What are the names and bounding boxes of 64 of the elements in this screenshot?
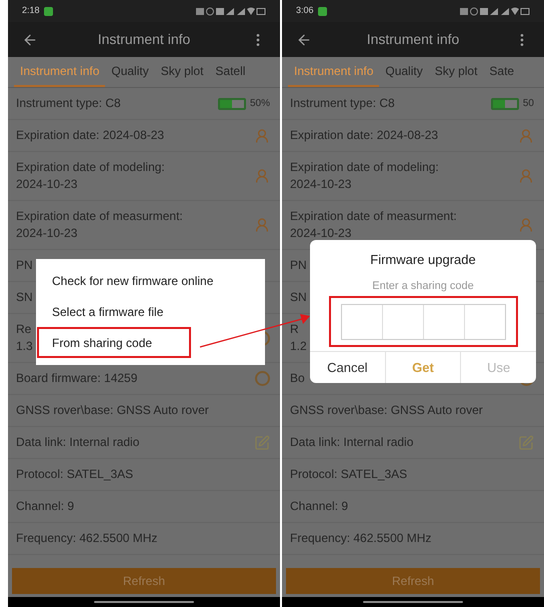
person-icon[interactable] bbox=[518, 168, 534, 184]
info-row-text: Instrument type: C8 bbox=[290, 95, 395, 112]
battery-reading: 50% bbox=[250, 97, 270, 111]
refresh-button[interactable]: Refresh bbox=[286, 568, 540, 594]
info-row-text: Bo bbox=[290, 370, 305, 387]
info-row-text: Expiration date of measurment: 2024-10-23 bbox=[16, 208, 183, 242]
info-row-text: Instrument type: C8 bbox=[16, 95, 121, 112]
info-row-text: Frequency: 462.5500 MHz bbox=[290, 530, 432, 547]
info-row-text: Frequency: 462.5500 MHz bbox=[16, 530, 158, 547]
info-row-text: GNSS rover\base: GNSS Auto rover bbox=[290, 402, 483, 419]
info-row-text: Channel: 9 bbox=[16, 498, 74, 515]
notification-icon bbox=[318, 6, 327, 16]
person-icon[interactable] bbox=[518, 217, 534, 233]
tab[interactable]: Instrument info bbox=[288, 57, 380, 87]
app-bar-title: Instrument info bbox=[96, 30, 192, 49]
info-row-text: SN bbox=[16, 289, 33, 306]
status-icons-drawing bbox=[460, 6, 530, 16]
edit-icon[interactable] bbox=[518, 434, 534, 450]
info-row-text: Expiration date: 2024-08-23 bbox=[290, 127, 438, 144]
back-icon[interactable] bbox=[296, 32, 312, 48]
code-input-field[interactable] bbox=[340, 304, 506, 340]
person-icon[interactable] bbox=[254, 217, 270, 233]
dialog-button[interactable]: Cancel bbox=[310, 352, 385, 383]
tab[interactable]: Quality bbox=[105, 57, 155, 87]
info-row-text: Re 1.3 bbox=[16, 321, 33, 355]
info-row-text: SN bbox=[290, 289, 307, 306]
menu-item[interactable]: From sharing code bbox=[37, 327, 191, 358]
info-row-text: Board firmware: 14259 bbox=[16, 370, 138, 387]
refresh-button[interactable]: Refresh bbox=[12, 568, 276, 594]
dialog-hint: Enter a sharing code bbox=[372, 278, 474, 294]
menu-item[interactable]: Select a firmware file bbox=[36, 296, 180, 328]
info-row-text: PN bbox=[16, 257, 33, 274]
info-row-text: Data link: Internal radio bbox=[16, 434, 140, 451]
person-icon[interactable] bbox=[254, 168, 270, 184]
app-bar-title: Instrument info bbox=[366, 30, 460, 49]
info-row-text: Channel: 9 bbox=[290, 498, 348, 515]
tab[interactable]: Sate bbox=[483, 57, 520, 87]
status-icons-drawing bbox=[196, 6, 266, 16]
tab[interactable]: Quality bbox=[379, 57, 429, 87]
info-row-text: Protocol: SATEL_3AS bbox=[290, 466, 408, 483]
info-row-text: Expiration date of measurment: 2024-10-23 bbox=[290, 208, 457, 242]
back-icon[interactable] bbox=[22, 32, 38, 48]
dialog-button[interactable]: Get bbox=[384, 352, 460, 383]
status-time: 3:06 bbox=[296, 4, 314, 18]
notification-icon bbox=[44, 6, 53, 16]
battery-reading: 50 bbox=[522, 97, 534, 111]
info-row-text: Data link: Internal radio bbox=[290, 434, 414, 451]
info-row-text: PN bbox=[290, 257, 307, 274]
menu-item[interactable]: Check for new firmware online bbox=[36, 266, 230, 297]
info-row-text: R 1.2 bbox=[290, 321, 307, 355]
tab[interactable]: Instrument info bbox=[14, 57, 106, 87]
info-row-text: Expiration date of modeling: 2024-10-23 bbox=[16, 159, 165, 193]
person-icon[interactable] bbox=[518, 128, 534, 144]
status-time: 2:18 bbox=[22, 4, 40, 18]
info-row-text: Expiration date: 2024-08-23 bbox=[16, 127, 164, 144]
info-row-text: Protocol: SATEL_3AS bbox=[16, 466, 134, 483]
info-row-text: GNSS rover\base: GNSS Auto rover bbox=[16, 402, 209, 419]
tab[interactable]: Sky plot bbox=[428, 57, 484, 87]
tab[interactable]: Sky plot bbox=[154, 57, 210, 87]
info-row-text: Expiration date of modeling: 2024-10-23 bbox=[290, 159, 439, 193]
dialog-title: Firmware upgrade bbox=[370, 251, 476, 269]
tab[interactable]: Satell bbox=[209, 57, 252, 87]
edit-icon[interactable] bbox=[254, 434, 270, 450]
person-icon[interactable] bbox=[254, 128, 270, 144]
